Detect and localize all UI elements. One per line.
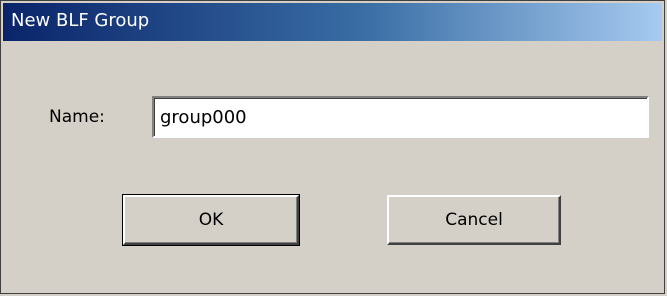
ok-button[interactable]: OK xyxy=(122,194,300,246)
name-input[interactable] xyxy=(152,96,649,138)
name-label: Name: xyxy=(49,107,105,127)
window-title: New BLF Group xyxy=(11,10,150,31)
cancel-button[interactable]: Cancel xyxy=(387,195,561,245)
title-bar[interactable]: New BLF Group xyxy=(3,3,662,41)
new-blf-group-dialog: New BLF Group Name: OK Cancel xyxy=(0,0,665,294)
